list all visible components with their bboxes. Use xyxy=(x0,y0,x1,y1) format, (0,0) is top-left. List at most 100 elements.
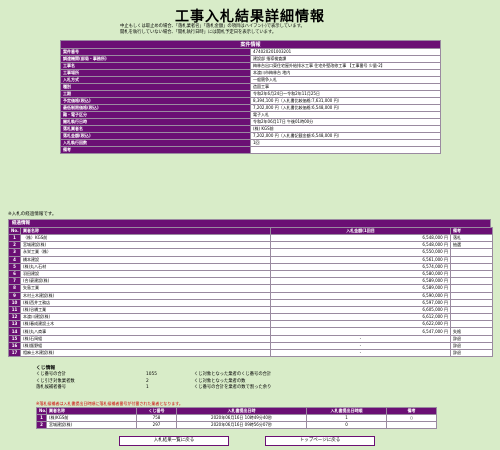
case-info-value: 令和2年06月17日 午後01時00分 xyxy=(250,118,441,126)
case-info-label: 工事名 xyxy=(60,62,251,70)
lot-order: 1 xyxy=(306,414,387,422)
lottery-info: くじ情報 くじ番号の合計 1055 くじ対象となった業者のくじ番号の合計 くじ引き対象… xyxy=(36,364,344,392)
bid-row: 14 (株)丸八商事 6,547,000 円失格 xyxy=(8,327,493,336)
bid-row: 5 (株)丸八石材 6,574,000 円 xyxy=(8,262,493,271)
bid-no: 8 xyxy=(8,284,21,293)
bid-row: 1 （株）KGS前 6,548,000 円落札 xyxy=(8,233,493,243)
case-info-label: 種別 xyxy=(60,83,251,91)
lot-number: 297 xyxy=(136,421,177,429)
bid-no: 13 xyxy=(8,320,21,329)
case-info-row: 工期 令和2年6月24日～令和2年11月25日 xyxy=(60,90,441,98)
col-amount: 入札金額(1回目 xyxy=(270,227,451,235)
lot-date: 2020年06月16日 10時49分40秒 xyxy=(176,414,307,422)
case-info-row: 工事場所 本渡川市梅林台 地内 xyxy=(60,69,441,77)
case-info-row: 開札執行日時 令和2年06月17日 午後01時00分 xyxy=(60,118,441,126)
bid-row: 7 (合)豪建設(株) 6,589,000 円 xyxy=(8,277,493,286)
bid-amount: 6,574,000 円 xyxy=(270,262,451,271)
bid-company: (株)谷橋工業 xyxy=(20,305,271,315)
lottery-table-row: 2 宮城建設(株) 297 2020年06月16日 09時56分07秒 0 xyxy=(36,421,437,429)
lot-company: (株)KGS前 xyxy=(46,414,137,422)
bid-no: 9 xyxy=(8,291,21,300)
lottery-table: No. 業者名称 くじ番号 入札書提出日時 入札書提出日時順 備考 1 (株)KG… xyxy=(36,407,437,429)
bid-amount: 6,622,000 円 xyxy=(270,320,451,329)
bid-note xyxy=(450,305,493,315)
case-info-value: 梅林台出口東住宅屋外給排水工事 住宅外壁改修工事 【工事番号 少量-2】 xyxy=(250,62,441,70)
case-info-value: 本渡川市梅林台 地内 xyxy=(250,69,441,77)
bid-row: 8 矢島工業 6,589,000 円 xyxy=(8,284,493,293)
bid-row: 15 (株)石岡組 - 辞退 xyxy=(8,334,493,343)
bid-amount: - xyxy=(270,334,451,343)
lot-order: 0 xyxy=(306,421,387,429)
case-info-value xyxy=(250,146,441,154)
lot-note: ○ xyxy=(386,414,437,422)
lot-number: 758 xyxy=(136,414,177,422)
bid-amount: 6,589,000 円 xyxy=(270,284,451,293)
note-line: 開札を執行していない場合、「開札執行日時」には開札予定日を表示しています。 xyxy=(120,30,277,35)
bid-row: 13 (株)春成建設土木 6,622,000 円 xyxy=(8,320,493,329)
bid-note xyxy=(450,248,493,257)
lot-col-note: 備考 xyxy=(386,407,437,415)
bid-amount: 6,548,000 円 xyxy=(270,241,451,250)
lot-company: 宮城建設(株) xyxy=(46,421,137,429)
bid-row: 17 相麻土木建設(株) - 辞退 xyxy=(8,348,493,358)
bid-amount: 6,589,000 円 xyxy=(270,277,451,286)
bid-row: 2 宮城建設(株) 6,548,000 円抽選 xyxy=(8,241,493,250)
lot-col-name: 業者名称 xyxy=(46,407,137,415)
bid-note: 抽選 xyxy=(450,241,493,250)
case-info-row: 入札執行回数 1回 xyxy=(60,139,441,147)
bid-note: 失格 xyxy=(450,327,493,336)
case-info-value: 電子入札 xyxy=(250,111,441,119)
lottery-row: 落札候補者番号 1 くじ番号の合計を業者の数で割った余り xyxy=(36,385,344,392)
bid-note xyxy=(450,298,493,307)
lottery-label: 落札候補者番号 xyxy=(36,385,67,390)
case-info-row: 予定価格(税込) 8,394,100 円（入札書比較価格:7,631,000 円） xyxy=(60,97,441,105)
case-info-value: 令和2年6月24日～令和2年11月25日 xyxy=(250,90,441,98)
bid-amount: 6,580,000 円 xyxy=(270,269,451,279)
bid-no: 5 xyxy=(8,262,21,271)
bid-row: 6 羽田建設 6,580,000 円 xyxy=(8,269,493,279)
bid-company: (株)西井工務店 xyxy=(20,298,271,307)
lottery-label2: くじ番号の合計を業者の数で割った余り xyxy=(194,385,272,390)
bid-no: 16 xyxy=(8,341,21,351)
keii-note: ※入札の経過情報です。 xyxy=(8,212,57,217)
lottery-value2 xyxy=(324,385,344,392)
bid-note: 辞退 xyxy=(450,341,493,351)
lot-col-order: 入札書提出日時順 xyxy=(306,407,387,415)
notes: 中止もしくは取止めの場合、「落札業者名」「落札金額」の項目はハイフン(-)で表示… xyxy=(120,24,305,36)
lot-col-date: 入札書提出日時 xyxy=(176,407,307,415)
bid-note xyxy=(450,277,493,286)
bid-company: 相麻土木建設(株) xyxy=(20,348,271,358)
bid-company: (株)石岡組 xyxy=(20,334,271,343)
bid-no: 10 xyxy=(8,298,21,307)
bid-amount: 6,612,000 円 xyxy=(270,313,451,322)
bid-company: （株）KGS前 xyxy=(20,233,271,243)
bid-amount: 6,605,000 円 xyxy=(270,305,451,315)
bid-no: 12 xyxy=(8,313,21,322)
bid-note xyxy=(450,313,493,322)
bid-row: 10 (株)西井工務店 6,597,000 円 xyxy=(8,298,493,307)
bid-no: 6 xyxy=(8,269,21,279)
bid-no: 17 xyxy=(8,348,21,358)
case-info-label: 最低制限価格(税込) xyxy=(60,104,251,112)
bid-row: 3 永栄工業（株） 6,550,000 円 xyxy=(8,248,493,257)
bid-amount: 6,561,000 円 xyxy=(270,255,451,264)
case-info-label: 入札執行回数 xyxy=(60,139,251,147)
case-info-label: 落札金額(税込) xyxy=(60,132,251,140)
case-info-label: 落札業者名 xyxy=(60,125,251,133)
bid-no: 2 xyxy=(8,241,21,250)
bid-amount: 6,548,000 円 xyxy=(270,233,451,243)
bid-no: 3 xyxy=(8,248,21,257)
case-info-value: (株) KGS前 xyxy=(250,125,441,133)
case-info-label: 調達機関(部局・事務所) xyxy=(60,55,251,63)
lot-col-no: No. xyxy=(36,407,47,415)
bid-company: (株)丸八商事 xyxy=(20,327,271,336)
case-info-label: 工期 xyxy=(60,90,251,98)
back-to-list-button[interactable]: 入札結果一覧に戻る xyxy=(119,436,229,446)
case-info-label: 案件番号 xyxy=(60,48,251,56)
case-info-value: 1回 xyxy=(250,139,441,147)
col-note: 備考 xyxy=(450,227,493,235)
case-info-value: 7,202,000 円（入札書比較価格:6,548,000 円） xyxy=(250,104,441,112)
bid-no: 1 xyxy=(8,233,21,243)
back-to-top-button[interactable]: トップページに戻る xyxy=(265,436,375,446)
bid-company: 宮城建設(株) xyxy=(20,241,271,250)
